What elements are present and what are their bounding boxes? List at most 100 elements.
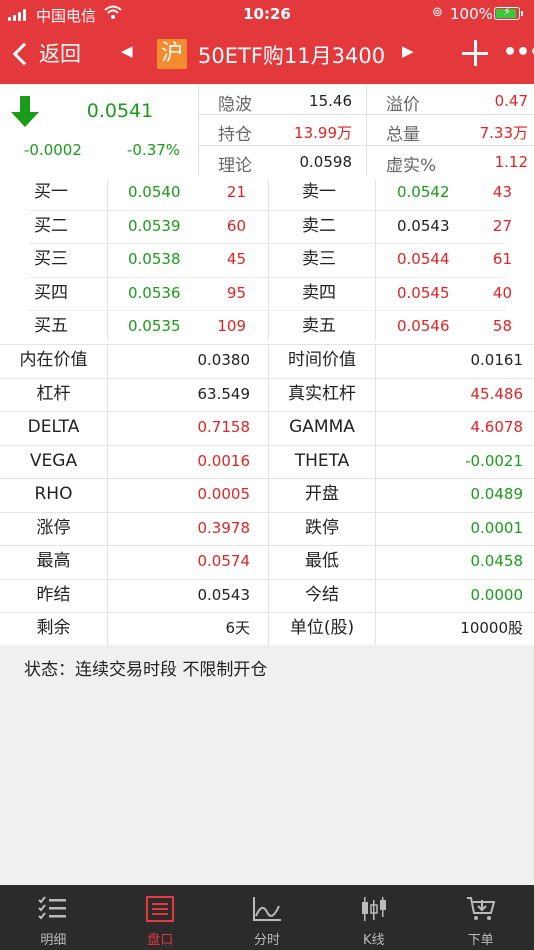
candlestick-icon [359, 896, 389, 922]
stat-value: 0.47 [494, 92, 528, 110]
metric-value: 0.0543 [197, 585, 251, 604]
bid-qty: 45 [226, 250, 246, 269]
order-book-row: 买一 0.0540 21 卖一 0.0542 43 [0, 176, 534, 210]
nav-bar: 返回 ◀ 沪 50ETF购11月3400 ▶ ••• [0, 28, 534, 84]
ask-price[interactable]: 0.0542 [397, 176, 450, 210]
rotation-lock-icon: ⊚ [432, 5, 443, 20]
back-label: 返回 [39, 42, 81, 66]
metric-label: 涨停 [36, 517, 71, 538]
bid-price[interactable]: 0.0538 [128, 243, 181, 277]
bid-label: 买五 [34, 316, 68, 337]
tab-label: 下单 [467, 933, 494, 948]
ask-price[interactable]: 0.0543 [397, 210, 450, 244]
metric-row: 内在价值 0.0380 时间价值 0.0161 [0, 344, 534, 378]
order-book-row: 买三 0.0538 45 卖三 0.0544 61 [0, 243, 534, 277]
trading-status: 状态：连续交易时段 不限制开仓 [24, 660, 268, 680]
ask-label: 卖四 [302, 282, 336, 303]
bid-price[interactable]: 0.0536 [128, 277, 181, 311]
tab-kline[interactable]: K线 [320, 885, 427, 950]
metric-label: 跌停 [305, 517, 339, 538]
tab-order-book[interactable]: 盘口 [107, 885, 214, 950]
order-book: 买一 0.0540 21 卖一 0.0542 43 买二 0.0539 60 卖二 0.0543 27… [0, 176, 534, 344]
metric-label: 杠杆 [36, 383, 71, 404]
tab-place-order[interactable]: 下单 [427, 885, 534, 950]
ask-qty: 40 [492, 283, 512, 302]
stat-label: 总量 [386, 125, 420, 145]
tab-label: K线 [363, 933, 385, 948]
metric-value: 0.7158 [197, 418, 251, 436]
option-metrics: 内在价值 0.0380 时间价值 0.0161 杠杆 63.549 真实杠杆 45.486 DE… [0, 344, 534, 645]
metric-value: 10000股 [460, 619, 523, 637]
metric-value: 6天 [225, 619, 250, 637]
stat-value: 1.12 [494, 153, 528, 171]
metric-label: GAMMA [289, 417, 355, 437]
battery-percent: 100% [450, 5, 493, 23]
metric-row: 杠杆 63.549 真实杠杆 45.486 [0, 378, 534, 412]
stat-label: 隐波 [218, 95, 252, 115]
tab-label: 明细 [40, 933, 67, 948]
metric-value: 0.0489 [470, 485, 524, 503]
contract-title: 50ETF购11月3400 [198, 44, 386, 68]
metric-label: 最低 [305, 551, 339, 571]
add-watchlist-button[interactable] [462, 40, 488, 66]
quote-summary: 0.0541 -0.0002 -0.37% 隐波 15.46 溢价 0.47 持… [0, 84, 534, 176]
ask-price[interactable]: 0.0545 [397, 277, 450, 311]
metric-row: 涨停 0.3978 跌停 0.0001 [0, 512, 534, 546]
stat-label: 虚实% [386, 156, 437, 176]
metric-row: DELTA 0.7158 GAMMA 4.6078 [0, 411, 534, 445]
metric-row: 昨结 0.0543 今结 0.0000 [0, 579, 534, 613]
ask-qty: 43 [492, 183, 512, 201]
stat-label: 溢价 [386, 95, 420, 115]
metric-value: -0.0021 [465, 451, 523, 470]
bid-label: 买二 [34, 215, 68, 236]
metric-label: RHO [34, 484, 73, 504]
back-button[interactable]: 返回 [12, 38, 81, 68]
tab-label: 盘口 [147, 933, 174, 948]
ask-qty: 27 [492, 216, 512, 235]
bid-price[interactable]: 0.0539 [128, 210, 181, 244]
last-price: 0.0541 [86, 100, 154, 122]
price-change: -0.0002 [24, 141, 82, 159]
metric-value: 0.0574 [197, 552, 251, 570]
ask-price[interactable]: 0.0546 [397, 310, 450, 344]
status-bar: 中国电信 10:26 ⊚ 100% ⚡ [0, 0, 534, 28]
bid-price[interactable]: 0.0535 [128, 310, 181, 344]
ask-price[interactable]: 0.0544 [397, 243, 450, 277]
bid-qty: 60 [226, 216, 246, 235]
metric-label: 真实杠杆 [288, 383, 356, 404]
battery-icon: ⚡ [494, 5, 523, 20]
metric-value: 63.549 [197, 384, 251, 403]
metric-value: 45.486 [470, 384, 524, 403]
metric-row: 最高 0.0574 最低 0.0458 [0, 545, 534, 579]
stat-value: 7.33万 [479, 124, 528, 142]
next-contract-button[interactable]: ▶ [402, 42, 414, 60]
order-book-row: 买二 0.0539 60 卖二 0.0543 27 [0, 210, 534, 244]
price-change-percent: -0.37% [127, 141, 181, 159]
bid-label: 买四 [34, 282, 68, 303]
line-chart-icon [252, 896, 282, 922]
bid-label: 买一 [34, 182, 68, 202]
ask-qty: 61 [492, 250, 512, 269]
stat-value: 15.46 [309, 92, 352, 110]
metric-label: 今结 [305, 584, 339, 605]
tab-detail[interactable]: 明细 [0, 885, 107, 950]
arrow-down-icon [10, 96, 40, 128]
header: 中国电信 10:26 ⊚ 100% ⚡ 返回 ◀ 沪 50ETF购11月3400… [0, 0, 534, 84]
metric-label: 内在价值 [19, 350, 88, 370]
metric-label: 开盘 [305, 484, 339, 504]
metric-label: DELTA [27, 417, 80, 437]
metric-row: 剩余 6天 单位(股) 10000股 [0, 612, 534, 646]
chevron-left-icon [12, 42, 36, 66]
bid-price[interactable]: 0.0540 [128, 176, 181, 210]
metric-value: 0.0001 [470, 518, 524, 537]
stat-value: 13.99万 [294, 124, 352, 142]
prev-contract-button[interactable]: ◀ [121, 42, 133, 60]
ask-label: 卖五 [302, 316, 336, 337]
metric-value: 0.3978 [197, 518, 251, 537]
ask-label: 卖一 [302, 182, 336, 202]
metric-value: 0.0000 [470, 585, 524, 604]
exchange-badge: 沪 [157, 39, 187, 69]
metric-row: RHO 0.0005 开盘 0.0489 [0, 478, 534, 512]
more-button[interactable]: ••• [503, 42, 534, 64]
tab-intraday[interactable]: 分时 [214, 885, 321, 950]
